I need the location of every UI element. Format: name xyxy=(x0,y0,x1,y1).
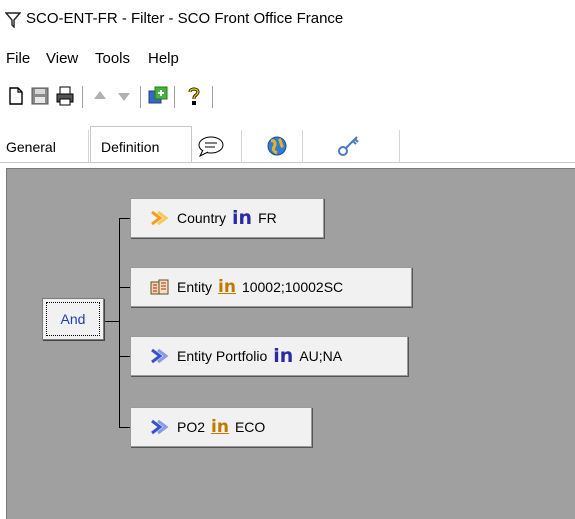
connector-line xyxy=(119,427,130,428)
new-document-icon[interactable] xyxy=(6,86,26,106)
portfolio-icon xyxy=(151,419,169,435)
menu-file[interactable]: File xyxy=(6,50,30,67)
title-bar: SCO-ENT-FR - Filter - SCO Front Office F… xyxy=(0,0,575,38)
condition-field: Country xyxy=(177,210,227,226)
menu-help[interactable]: Help xyxy=(148,50,179,67)
toolbar-separator xyxy=(174,86,175,108)
arrow-down-icon[interactable] xyxy=(114,86,134,106)
condition-field: PO2 xyxy=(177,419,206,435)
tab-security[interactable] xyxy=(303,130,400,162)
condition-value: AU;NA xyxy=(299,348,343,364)
tab-global[interactable] xyxy=(242,130,303,162)
refresh-icon[interactable] xyxy=(148,86,168,106)
arrow-up-icon[interactable] xyxy=(90,86,110,106)
toolbar-separator xyxy=(82,86,83,108)
portfolio-icon xyxy=(151,348,169,364)
condition-field: Entity Portfolio xyxy=(177,348,268,364)
condition-node-entity[interactable]: Entity in 10002;10002SC xyxy=(130,267,412,307)
window-title: SCO-ENT-FR - Filter - SCO Front Office F… xyxy=(26,10,344,27)
menu-tools[interactable]: Tools xyxy=(95,50,130,67)
connector-line xyxy=(119,218,130,219)
print-icon[interactable] xyxy=(55,86,75,106)
tab-general-label: General xyxy=(6,139,56,155)
key-icon xyxy=(338,136,359,156)
connector-line xyxy=(119,287,130,288)
toolbar xyxy=(0,80,575,114)
connector-line xyxy=(119,356,130,357)
tab-strip: General Definition xyxy=(0,122,575,164)
toolbar-separator xyxy=(140,86,141,108)
entity-icon xyxy=(150,279,169,295)
tab-general[interactable]: General xyxy=(0,130,89,162)
toolbar-separator xyxy=(212,86,213,108)
globe-icon xyxy=(267,136,287,156)
condition-node-po2[interactable]: PO2 in ECO xyxy=(130,407,312,447)
save-icon[interactable] xyxy=(30,86,50,106)
condition-node-entity-portfolio[interactable]: Entity Portfolio in AU;NA xyxy=(130,336,408,376)
operator-in-icon: in xyxy=(211,417,229,437)
comment-icon xyxy=(198,136,224,157)
condition-value: FR xyxy=(258,210,277,226)
operator-in-icon: in xyxy=(232,207,253,229)
and-operator-label: And xyxy=(46,302,100,336)
connector-line xyxy=(103,321,119,322)
condition-value: ECO xyxy=(234,419,266,435)
tab-divider xyxy=(0,162,575,163)
tab-comments[interactable] xyxy=(191,130,242,162)
and-operator-node[interactable]: And xyxy=(42,298,104,340)
operator-in-icon: in xyxy=(218,277,236,297)
operator-in-icon: in xyxy=(273,345,294,367)
connector-line xyxy=(119,218,120,428)
menu-view[interactable]: View xyxy=(46,50,78,67)
filter-funnel-icon xyxy=(5,12,21,28)
dimension-icon xyxy=(151,210,169,226)
help-icon[interactable] xyxy=(184,86,204,106)
tab-definition[interactable]: Definition xyxy=(90,126,192,163)
condition-value: 10002;10002SC xyxy=(241,279,344,295)
condition-node-country[interactable]: Country in FR xyxy=(130,198,324,238)
condition-field: Entity xyxy=(177,279,213,295)
tab-definition-label: Definition xyxy=(101,139,160,155)
